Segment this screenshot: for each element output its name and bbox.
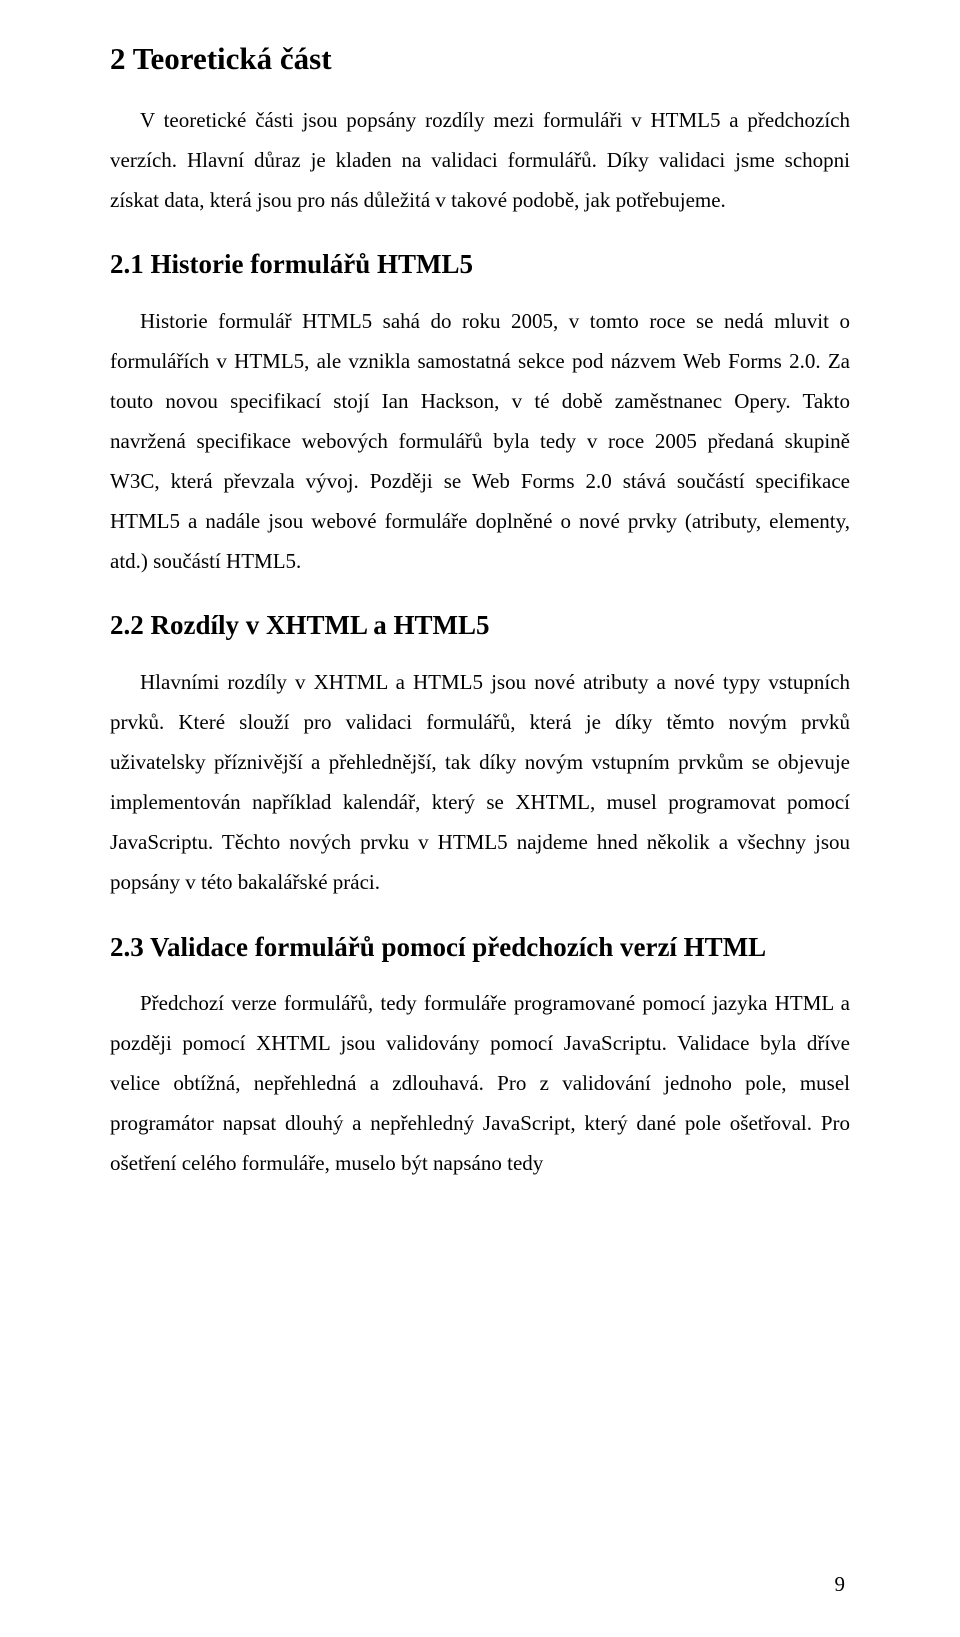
- page-number: 9: [835, 1572, 846, 1597]
- section-2-3-heading: 2.3 Validace formulářů pomocí předchozíc…: [110, 931, 850, 965]
- section-2-3-paragraph-1: Předchozí verze formulářů, tedy formulář…: [110, 984, 850, 1183]
- document-page: 2 Teoretická část V teoretické části jso…: [0, 0, 960, 1637]
- section-2-2-heading: 2.2 Rozdíly v XHTML a HTML5: [110, 609, 850, 643]
- section-2-1-paragraph-1: Historie formulář HTML5 sahá do roku 200…: [110, 302, 850, 581]
- section-2-2-paragraph-1: Hlavními rozdíly v XHTML a HTML5 jsou no…: [110, 663, 850, 902]
- section-2-paragraph-1: V teoretické části jsou popsány rozdíly …: [110, 101, 850, 221]
- section-2-heading: 2 Teoretická část: [110, 40, 850, 79]
- section-2-1-heading: 2.1 Historie formulářů HTML5: [110, 248, 850, 282]
